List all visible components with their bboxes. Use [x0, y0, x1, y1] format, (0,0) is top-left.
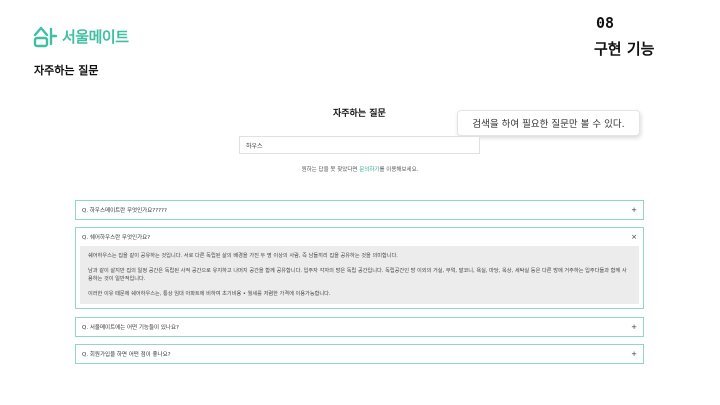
contact-hint: 원하는 답을 못 찾았다면 문의하기를 이용해보세요. — [0, 165, 720, 173]
faq-question-row[interactable]: Q. 하우스메이트란 무엇인가요????? + — [76, 201, 643, 219]
faq-page-title-text: 자주하는 질문 — [333, 109, 386, 119]
faq-question: Q. 서울메이트에는 어떤 기능들이 있나요? — [82, 325, 179, 331]
logo: 서울메이트 — [32, 24, 129, 48]
faq-question: Q. 회원가입을 하면 어떤 점이 좋나요? — [82, 352, 171, 358]
faq-question: Q. 하우스메이트란 무엇인가요????? — [82, 208, 167, 214]
expand-icon[interactable]: + — [631, 323, 637, 331]
house-logo-icon — [33, 26, 58, 48]
answer-paragraph: 이러한 이유 때문에 쉐어하우스는, 통상 임대 아파트에 비하여 초기비용 •… — [88, 291, 331, 298]
faq-question: Q. 쉐어하우스란 무엇인가요? — [82, 235, 151, 241]
slide-heading: 구현 기능 — [590, 38, 659, 59]
answer-paragraph: 남과 같이 살지만 집의 일정 공간은 독립된 사적 공간으로 유지하고 나머지… — [88, 268, 627, 283]
hint-text-after: 를 이용해보세요. — [379, 167, 419, 173]
logo-text: 서울메이트 — [62, 27, 129, 46]
expand-icon[interactable]: + — [631, 350, 637, 358]
annotation-callout: 검색을 하여 필요한 질문만 볼 수 있다. — [457, 110, 640, 136]
faq-question-row[interactable]: Q. 회원가입을 하면 어떤 점이 좋나요? + — [76, 345, 643, 363]
faq-question-row[interactable]: Q. 서울메이트에는 어떤 기능들이 있나요? + — [76, 318, 643, 336]
answer-paragraph: 쉐어하우스는 집을 같이 공유하는 것입니다. 서로 다른 독립된 삶의 배경을… — [88, 253, 398, 259]
faq-item[interactable]: Q. 회원가입을 하면 어떤 점이 좋나요? + — [75, 344, 644, 364]
faq-question-row[interactable]: Q. 쉐어하우스란 무엇인가요? × — [76, 228, 643, 246]
faq-item[interactable]: Q. 하우스메이트란 무엇인가요????? + — [75, 200, 644, 220]
faq-answer: 쉐어하우스는 집을 같이 공유하는 것입니다. 서로 다른 독립된 삶의 배경을… — [80, 246, 639, 305]
hint-text-before: 원하는 답을 못 찾았다면 — [301, 167, 360, 173]
section-title: 자주하는 질문 — [34, 64, 99, 77]
close-icon[interactable]: × — [631, 233, 637, 241]
faq-item-expanded[interactable]: Q. 쉐어하우스란 무엇인가요? × 쉐어하우스는 집을 같이 공유하는 것입니… — [75, 227, 644, 310]
faq-item[interactable]: Q. 서울메이트에는 어떤 기능들이 있나요? + — [75, 317, 644, 337]
contact-link[interactable]: 문의하기 — [359, 167, 379, 173]
expand-icon[interactable]: + — [631, 206, 637, 214]
search-input[interactable] — [239, 136, 480, 154]
slide-heading-text: 구현 기능 — [594, 40, 655, 58]
faq-page-title: 자주하는 질문 — [331, 106, 388, 120]
slide-number: 08 — [596, 14, 615, 32]
